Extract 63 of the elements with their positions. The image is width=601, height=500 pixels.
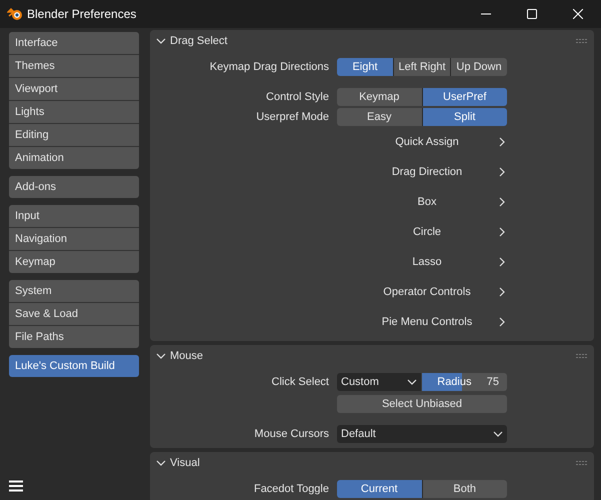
chevron-icon <box>497 257 507 267</box>
submenu-button[interactable]: Operator Controls <box>337 282 507 302</box>
option-button[interactable]: Current <box>337 480 422 498</box>
chevron-icon <box>497 167 507 177</box>
chevron-icon <box>497 227 507 237</box>
sidebar-item[interactable]: System <box>9 280 139 302</box>
grip-icon[interactable] <box>576 353 588 359</box>
submenu-button[interactable]: Lasso <box>337 252 507 272</box>
option-button[interactable]: UserPref <box>422 88 507 106</box>
option-button[interactable]: Both <box>422 480 507 498</box>
field-label: Control Style <box>266 90 329 105</box>
option-button[interactable]: Eight <box>337 58 393 76</box>
option-button[interactable]: Keymap <box>337 88 422 106</box>
chevron-icon <box>497 317 507 327</box>
sidebar-item[interactable]: Keymap <box>9 251 139 273</box>
submenu-button[interactable]: Pie Menu Controls <box>337 312 507 332</box>
chevron-icon <box>497 197 507 207</box>
panel-header[interactable]: Mouse <box>156 348 204 364</box>
sidebar-item[interactable]: Navigation <box>9 228 139 250</box>
submenu-button[interactable]: Box <box>337 192 507 212</box>
window-title: Blender Preferences <box>27 6 136 23</box>
submenu-button[interactable]: Drag Direction <box>337 162 507 182</box>
sidebar-item[interactable]: Animation <box>9 147 139 169</box>
field-label: Mouse Cursors <box>254 426 329 442</box>
select-unbiased-button[interactable]: Select Unbiased <box>337 395 507 413</box>
chevron-icon <box>493 429 503 439</box>
sidebar-item[interactable]: Editing <box>9 124 139 146</box>
sidebar-item[interactable]: Save & Load <box>9 303 139 325</box>
maximize-icon <box>527 9 537 19</box>
option-button[interactable]: Easy <box>337 108 422 126</box>
dropdown[interactable]: Default <box>337 425 507 443</box>
field-label: Click Select <box>272 374 329 390</box>
chevron-icon <box>156 351 166 361</box>
option-button[interactable]: Up Down <box>451 58 507 76</box>
chevron-icon <box>497 287 507 297</box>
radius-slider[interactable]: Radius 75 <box>422 373 507 391</box>
sidebar-item[interactable]: Luke's Custom Build <box>9 355 139 377</box>
submenu-button[interactable]: Circle <box>337 222 507 242</box>
sidebar-item[interactable]: Interface <box>9 32 139 54</box>
chevron-icon <box>156 36 166 46</box>
option-button[interactable]: Split <box>422 108 507 126</box>
sidebar-item[interactable]: Add-ons <box>9 176 139 198</box>
dropdown[interactable]: Custom <box>337 373 421 391</box>
logo-icon <box>7 7 23 21</box>
field-label: Userpref Mode <box>256 110 329 125</box>
sidebar-item[interactable]: Lights <box>9 101 139 123</box>
sidebar-item[interactable]: Viewport <box>9 78 139 100</box>
grip-icon[interactable] <box>576 460 588 466</box>
panel-header[interactable]: Visual <box>156 454 200 472</box>
close-icon <box>573 9 583 19</box>
chevron-icon <box>156 458 166 468</box>
option-button[interactable]: Left Right <box>394 58 450 76</box>
sidebar-item[interactable]: File Paths <box>9 326 139 348</box>
sidebar-item[interactable]: Input <box>9 205 139 227</box>
field-label: Facedot Toggle <box>254 482 329 497</box>
menu-icon[interactable] <box>9 480 23 492</box>
grip-icon[interactable] <box>576 38 588 44</box>
panel-header[interactable]: Drag Select <box>156 32 228 50</box>
sidebar-item[interactable]: Themes <box>9 55 139 77</box>
chevron-icon <box>497 137 507 147</box>
field-label: Keymap Drag Directions <box>210 60 329 75</box>
chevron-icon <box>407 377 417 387</box>
submenu-button[interactable]: Quick Assign <box>337 132 507 152</box>
